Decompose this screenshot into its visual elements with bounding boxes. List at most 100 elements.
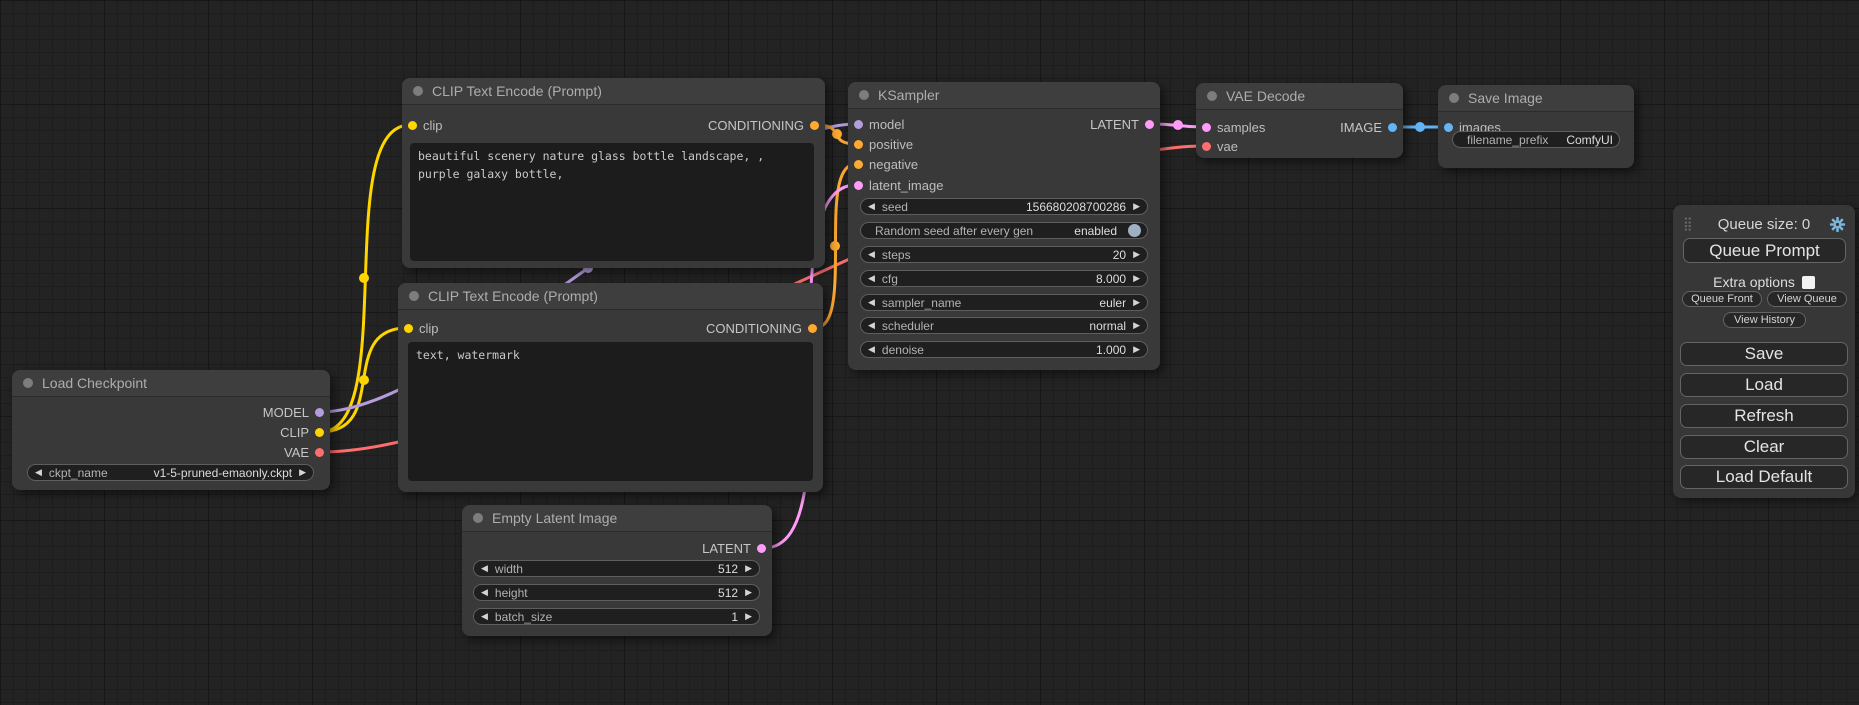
port-dot[interactable] [315, 448, 324, 457]
prev-value-arrow-icon[interactable]: ◀ [481, 612, 488, 621]
output-port-latent[interactable]: LATENT [702, 540, 766, 556]
input-port-clip[interactable]: clip [408, 117, 443, 133]
refresh-button[interactable]: Refresh [1680, 404, 1848, 428]
output-port-conditioning[interactable]: CONDITIONING [708, 117, 819, 133]
filename-prefix-widget[interactable]: filename_prefix ComfyUI [1452, 131, 1620, 148]
steps-widget[interactable]: ◀ steps 20 ▶ [860, 246, 1148, 263]
extra-options-checkbox[interactable] [1802, 276, 1815, 289]
next-value-arrow-icon[interactable]: ▶ [299, 468, 306, 477]
toggle-dot-icon[interactable] [1128, 224, 1141, 237]
node-save-image[interactable]: Save Image images filename_prefix ComfyU… [1438, 85, 1634, 168]
cfg-widget[interactable]: ◀ cfg 8.000 ▶ [860, 270, 1148, 287]
port-dot[interactable] [854, 160, 863, 169]
port-dot[interactable] [1202, 142, 1211, 151]
input-port-negative[interactable]: negative [854, 156, 918, 172]
input-port-vae[interactable]: vae [1202, 138, 1238, 154]
next-value-arrow-icon[interactable]: ▶ [1133, 202, 1140, 211]
view-queue-button[interactable]: View Queue [1767, 291, 1847, 307]
random-seed-toggle-widget[interactable]: Random seed after every gen enabled [860, 222, 1148, 239]
node-title-bar[interactable]: CLIP Text Encode (Prompt) [402, 78, 825, 105]
prev-value-arrow-icon[interactable]: ◀ [868, 250, 875, 259]
output-port-vae[interactable]: VAE [284, 444, 324, 460]
clear-button[interactable]: Clear [1680, 435, 1848, 459]
positive-prompt-textarea[interactable]: beautiful scenery nature glass bottle la… [410, 143, 814, 261]
node-status-dot-icon [1207, 91, 1217, 101]
load-button[interactable]: Load [1680, 373, 1848, 397]
next-value-arrow-icon[interactable]: ▶ [745, 564, 752, 573]
prev-value-arrow-icon[interactable]: ◀ [868, 202, 875, 211]
settings-gear-icon[interactable] [1828, 215, 1847, 234]
input-port-latent-image[interactable]: latent_image [854, 177, 943, 193]
port-dot[interactable] [1202, 123, 1211, 132]
save-button[interactable]: Save [1680, 342, 1848, 366]
prev-value-arrow-icon[interactable]: ◀ [868, 345, 875, 354]
node-title-bar[interactable]: CLIP Text Encode (Prompt) [398, 283, 823, 310]
prev-value-arrow-icon[interactable]: ◀ [35, 468, 42, 477]
input-port-model[interactable]: model [854, 116, 904, 132]
output-port-conditioning[interactable]: CONDITIONING [706, 320, 817, 336]
prev-value-arrow-icon[interactable]: ◀ [868, 274, 875, 283]
next-value-arrow-icon[interactable]: ▶ [745, 588, 752, 597]
port-dot[interactable] [315, 408, 324, 417]
port-dot[interactable] [315, 428, 324, 437]
next-value-arrow-icon[interactable]: ▶ [1133, 345, 1140, 354]
load-default-button[interactable]: Load Default [1680, 465, 1848, 489]
negative-prompt-textarea[interactable]: text, watermark [408, 342, 813, 481]
output-port-model[interactable]: MODEL [263, 404, 324, 420]
node-title-bar[interactable]: Save Image [1438, 85, 1634, 112]
output-port-image[interactable]: IMAGE [1340, 119, 1397, 135]
node-ksampler[interactable]: KSampler model positive negative latent_… [848, 82, 1160, 370]
prev-value-arrow-icon[interactable]: ◀ [481, 588, 488, 597]
port-label: LATENT [1090, 117, 1139, 132]
input-port-samples[interactable]: samples [1202, 119, 1265, 135]
port-dot[interactable] [854, 181, 863, 190]
next-value-arrow-icon[interactable]: ▶ [745, 612, 752, 621]
view-history-button[interactable]: View History [1723, 312, 1806, 328]
port-dot[interactable] [1388, 123, 1397, 132]
next-value-arrow-icon[interactable]: ▶ [1133, 250, 1140, 259]
node-title: KSampler [878, 87, 939, 103]
batch-size-widget[interactable]: ◀ batch_size 1 ▶ [473, 608, 760, 625]
seed-widget[interactable]: ◀ seed 156680208700286 ▶ [860, 198, 1148, 215]
output-port-latent[interactable]: LATENT [1090, 116, 1154, 132]
port-dot[interactable] [408, 121, 417, 130]
next-value-arrow-icon[interactable]: ▶ [1133, 274, 1140, 283]
node-title-bar[interactable]: VAE Decode [1196, 83, 1403, 110]
node-clip-text-encode-negative[interactable]: CLIP Text Encode (Prompt) clip CONDITION… [398, 283, 823, 492]
node-clip-text-encode-positive[interactable]: CLIP Text Encode (Prompt) clip CONDITION… [402, 78, 825, 268]
node-empty-latent-image[interactable]: Empty Latent Image LATENT ◀ width 512 ▶ … [462, 505, 772, 636]
node-vae-decode[interactable]: VAE Decode samples vae IMAGE [1196, 83, 1403, 158]
port-dot[interactable] [757, 544, 766, 553]
port-dot[interactable] [810, 121, 819, 130]
prev-value-arrow-icon[interactable]: ◀ [868, 298, 875, 307]
widget-value: 1.000 [1096, 343, 1126, 357]
input-port-clip[interactable]: clip [404, 320, 439, 336]
queue-front-button[interactable]: Queue Front [1682, 291, 1762, 307]
widget-value: normal [1089, 319, 1126, 333]
next-value-arrow-icon[interactable]: ▶ [1133, 321, 1140, 330]
next-value-arrow-icon[interactable]: ▶ [1133, 298, 1140, 307]
input-port-positive[interactable]: positive [854, 136, 913, 152]
sampler-name-widget[interactable]: ◀ sampler_name euler ▶ [860, 294, 1148, 311]
node-title-bar[interactable]: KSampler [848, 82, 1160, 109]
scheduler-widget[interactable]: ◀ scheduler normal ▶ [860, 317, 1148, 334]
queue-prompt-button[interactable]: Queue Prompt [1683, 238, 1846, 263]
width-widget[interactable]: ◀ width 512 ▶ [473, 560, 760, 577]
port-dot[interactable] [1444, 123, 1453, 132]
port-dot[interactable] [404, 324, 413, 333]
port-dot[interactable] [854, 120, 863, 129]
node-load-checkpoint[interactable]: Load Checkpoint MODEL CLIP VAE ◀ ckpt_na… [12, 370, 330, 490]
prev-value-arrow-icon[interactable]: ◀ [481, 564, 488, 573]
port-dot[interactable] [1145, 120, 1154, 129]
denoise-widget[interactable]: ◀ denoise 1.000 ▶ [860, 341, 1148, 358]
port-dot[interactable] [808, 324, 817, 333]
prev-value-arrow-icon[interactable]: ◀ [868, 321, 875, 330]
widget-value: 156680208700286 [1026, 200, 1126, 214]
height-widget[interactable]: ◀ height 512 ▶ [473, 584, 760, 601]
ckpt-name-widget[interactable]: ◀ ckpt_name v1-5-pruned-emaonly.ckpt ▶ [27, 464, 314, 481]
node-title-bar[interactable]: Empty Latent Image [462, 505, 772, 532]
node-title-bar[interactable]: Load Checkpoint [12, 370, 330, 397]
port-dot[interactable] [854, 140, 863, 149]
output-port-clip[interactable]: CLIP [280, 424, 324, 440]
node-title: Save Image [1468, 90, 1543, 106]
